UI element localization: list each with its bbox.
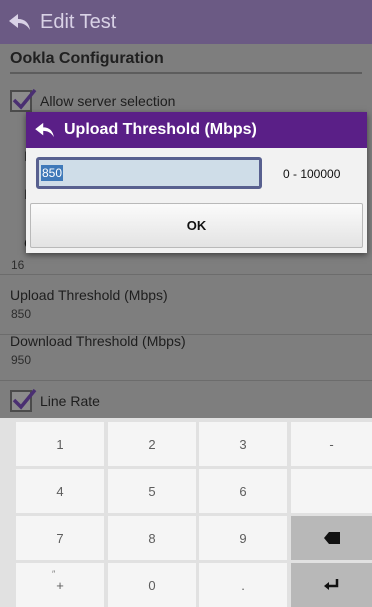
key-plus[interactable]: ″ + xyxy=(16,563,104,607)
enter-key[interactable] xyxy=(291,563,372,607)
key-5[interactable]: 5 xyxy=(108,469,196,513)
upload-threshold-label: Upload Threshold (Mbps) xyxy=(10,287,168,303)
download-threshold-value: 950 xyxy=(11,353,32,367)
app-bar: Edit Test xyxy=(0,0,372,44)
threshold-range: 0 - 100000 xyxy=(283,167,341,181)
hidden-setting-value: 16 xyxy=(11,258,25,272)
key-4[interactable]: 4 xyxy=(16,469,104,513)
hidden-setting-item[interactable]: 16 xyxy=(10,254,24,272)
key-1[interactable]: 1 xyxy=(16,422,104,466)
key-plus-label: + xyxy=(56,577,64,593)
download-threshold-setting[interactable]: Download Threshold (Mbps) 950 xyxy=(10,333,186,367)
checkmark-icon xyxy=(12,88,37,110)
key-6[interactable]: 6 xyxy=(199,469,287,513)
key-9[interactable]: 9 xyxy=(199,516,287,560)
numeric-keyboard: 1 2 3 - 4 5 6 7 8 9 ″ + 0 . xyxy=(0,418,372,607)
key-dot[interactable]: . xyxy=(199,563,287,607)
enter-icon xyxy=(323,579,338,590)
key-minus[interactable]: - xyxy=(291,422,372,466)
key-7[interactable]: 7 xyxy=(16,516,104,560)
threshold-input-value: 850 xyxy=(41,165,64,181)
allow-server-selection-checkbox[interactable] xyxy=(10,88,37,112)
backspace-icon xyxy=(323,532,340,544)
upload-threshold-value: 850 xyxy=(11,307,32,321)
line-rate-row[interactable]: Line Rate xyxy=(10,388,100,412)
back-arrow-icon xyxy=(35,122,54,138)
key-plus-hint: ″ xyxy=(52,569,56,579)
allow-server-selection-row[interactable]: Allow server selection xyxy=(10,88,176,112)
ok-button[interactable]: OK xyxy=(30,203,363,248)
key-blank[interactable] xyxy=(291,469,372,513)
key-3[interactable]: 3 xyxy=(199,422,287,466)
threshold-input[interactable]: 850 xyxy=(36,157,262,189)
dialog-header: Upload Threshold (Mbps) xyxy=(26,112,367,148)
upload-threshold-dialog: Upload Threshold (Mbps) 850 0 - 100000 O… xyxy=(26,112,367,253)
key-8[interactable]: 8 xyxy=(108,516,196,560)
back-arrow-icon xyxy=(9,14,30,30)
download-threshold-label: Download Threshold (Mbps) xyxy=(10,333,186,349)
checkmark-icon xyxy=(12,388,37,410)
allow-server-selection-label: Allow server selection xyxy=(40,93,176,109)
key-2[interactable]: 2 xyxy=(108,422,196,466)
divider xyxy=(0,274,372,275)
dialog-back-button[interactable] xyxy=(26,112,64,148)
divider xyxy=(0,380,372,381)
backspace-key[interactable] xyxy=(291,516,372,560)
line-rate-label: Line Rate xyxy=(40,393,100,409)
page-title: Edit Test xyxy=(40,10,117,33)
upload-threshold-setting[interactable]: Upload Threshold (Mbps) 850 xyxy=(10,287,168,321)
section-divider xyxy=(10,72,362,74)
key-0[interactable]: 0 xyxy=(108,563,196,607)
dialog-title: Upload Threshold (Mbps) xyxy=(64,121,257,138)
section-header: Ookla Configuration xyxy=(10,50,164,67)
line-rate-checkbox[interactable] xyxy=(10,388,37,412)
back-button[interactable] xyxy=(0,0,40,44)
